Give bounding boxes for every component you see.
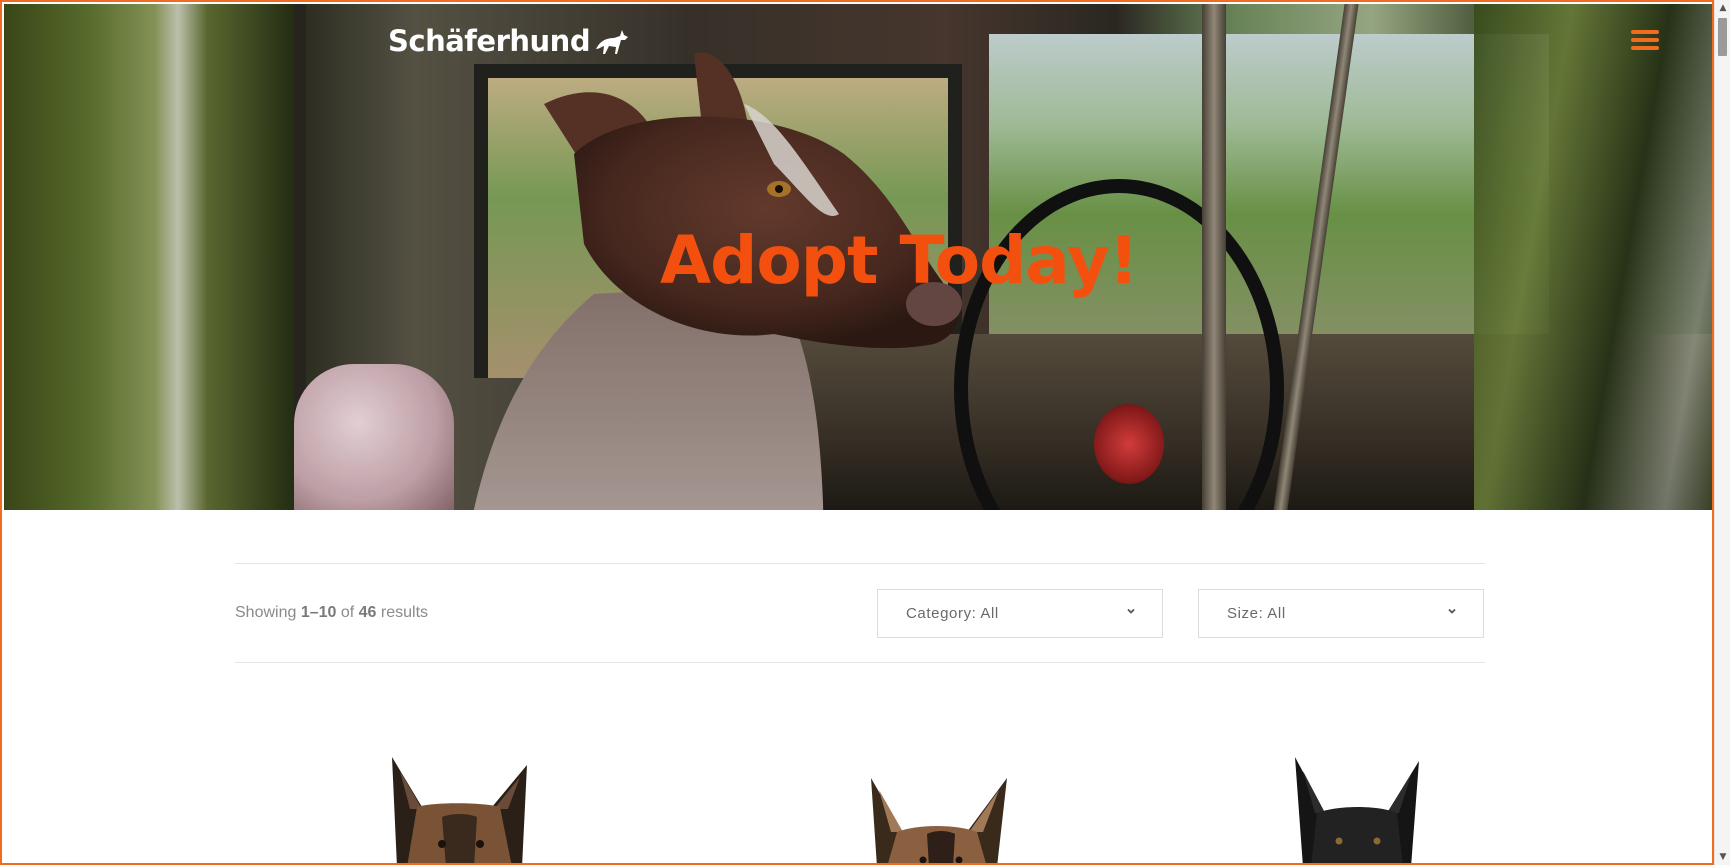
size-filter-select[interactable]: Size: All (1198, 589, 1484, 638)
chevron-down-icon (1448, 608, 1456, 614)
product-card-image[interactable] (362, 747, 552, 863)
result-count: Showing 1–10 of 46 results (235, 604, 429, 621)
chevron-down-icon (1127, 608, 1135, 614)
divider-bottom (235, 662, 1485, 663)
scroll-down-arrow-icon[interactable]: ▼ (1715, 849, 1730, 865)
site-logo[interactable]: Schäferhund (388, 24, 630, 58)
category-filter-select[interactable]: Category: All (877, 589, 1163, 638)
logo-text: Schäferhund (388, 24, 591, 58)
hero-title: Adopt Today! (660, 222, 1139, 299)
german-shepherd-photo (392, 757, 527, 863)
divider-top (235, 563, 1485, 564)
scroll-up-arrow-icon[interactable]: ▲ (1715, 0, 1730, 16)
german-shepherd-photo (871, 778, 1007, 863)
shepherd-dog-icon (596, 30, 629, 54)
hero-banner: Schäferhund Adopt Today! (4, 4, 1712, 510)
scrollbar-thumb[interactable] (1718, 18, 1727, 56)
black-shepherd-photo (1295, 757, 1419, 863)
hamburger-menu-icon[interactable] (1631, 30, 1659, 52)
page-scrollbar[interactable]: ▲ ▼ (1714, 0, 1730, 865)
browser-viewport: Schäferhund Adopt Today! Showing 1–10 of… (0, 0, 1714, 865)
product-card-image[interactable] (857, 772, 1017, 863)
product-card-image[interactable] (1287, 757, 1427, 863)
